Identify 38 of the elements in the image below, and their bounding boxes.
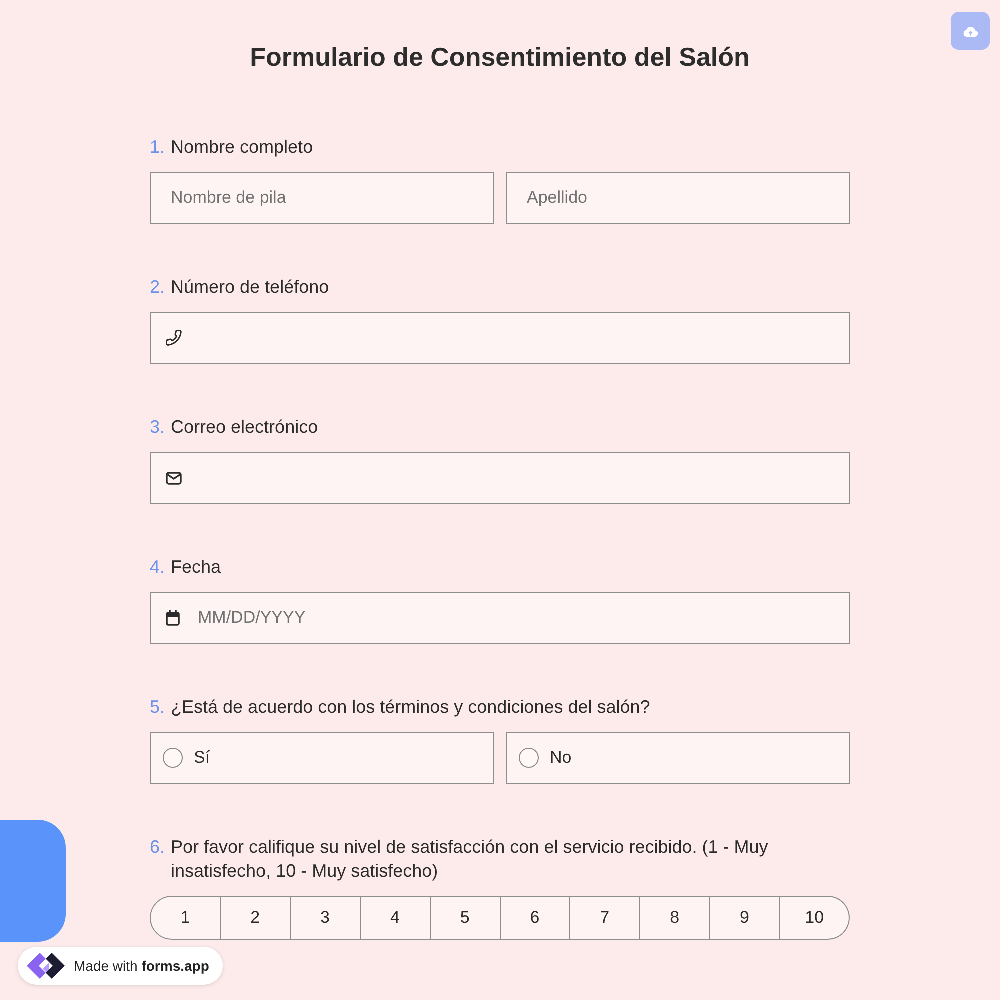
question-number: 5. — [150, 696, 166, 719]
rating-option[interactable]: 8 — [640, 896, 710, 940]
question-label: Número de teléfono — [171, 276, 330, 299]
radio-button[interactable] — [163, 748, 183, 768]
phone-field[interactable] — [150, 312, 850, 364]
email-field[interactable] — [150, 452, 850, 504]
rating-option[interactable]: 5 — [430, 896, 501, 940]
text-field[interactable]: Nombre de pila — [150, 172, 494, 224]
question-number: 1. — [150, 136, 166, 159]
mail-icon — [166, 472, 182, 484]
rating-option[interactable]: 4 — [360, 896, 431, 940]
rating-option[interactable]: 7 — [570, 896, 640, 940]
rating-option[interactable]: 2 — [220, 896, 291, 940]
date-field[interactable]: MM/DD/YYYY — [150, 592, 850, 644]
rating-option[interactable]: 10 — [780, 896, 850, 940]
phone-icon — [166, 330, 182, 346]
question-label: Correo electrónico — [171, 416, 318, 439]
question-number: 3. — [150, 416, 166, 439]
upload-button[interactable] — [951, 12, 990, 50]
cloud-upload-icon — [962, 26, 978, 36]
rating-option[interactable]: 6 — [500, 896, 570, 940]
rating-option[interactable]: 9 — [710, 896, 780, 940]
question-label: Fecha — [171, 556, 222, 579]
question-number: 6. — [150, 836, 166, 859]
question-label: ¿Está de acuerdo con los términos y condiciones del salón? — [171, 696, 650, 719]
rating-option[interactable]: 1 — [150, 896, 221, 940]
choice-option[interactable]: Sí — [150, 732, 494, 784]
question-label: Por favor califique su nivel de satisfacción con el servicio recibido. (1 - Muy insatisfecho, 10 - Muy satisfecho) — [171, 836, 770, 883]
question-label: Nombre completo — [171, 136, 314, 159]
text-field[interactable]: Apellido — [506, 172, 850, 224]
made-with-link[interactable]: Made with forms.app — [18, 947, 224, 985]
radio-button[interactable] — [519, 748, 539, 768]
question-number: 2. — [150, 276, 166, 299]
calendar-icon — [166, 610, 180, 626]
choice-option[interactable]: No — [506, 732, 850, 784]
form-title: Formulario de Consentimiento del Salón — [250, 41, 750, 74]
question-number: 4. — [150, 556, 166, 579]
rating-option[interactable]: 3 — [290, 896, 361, 940]
